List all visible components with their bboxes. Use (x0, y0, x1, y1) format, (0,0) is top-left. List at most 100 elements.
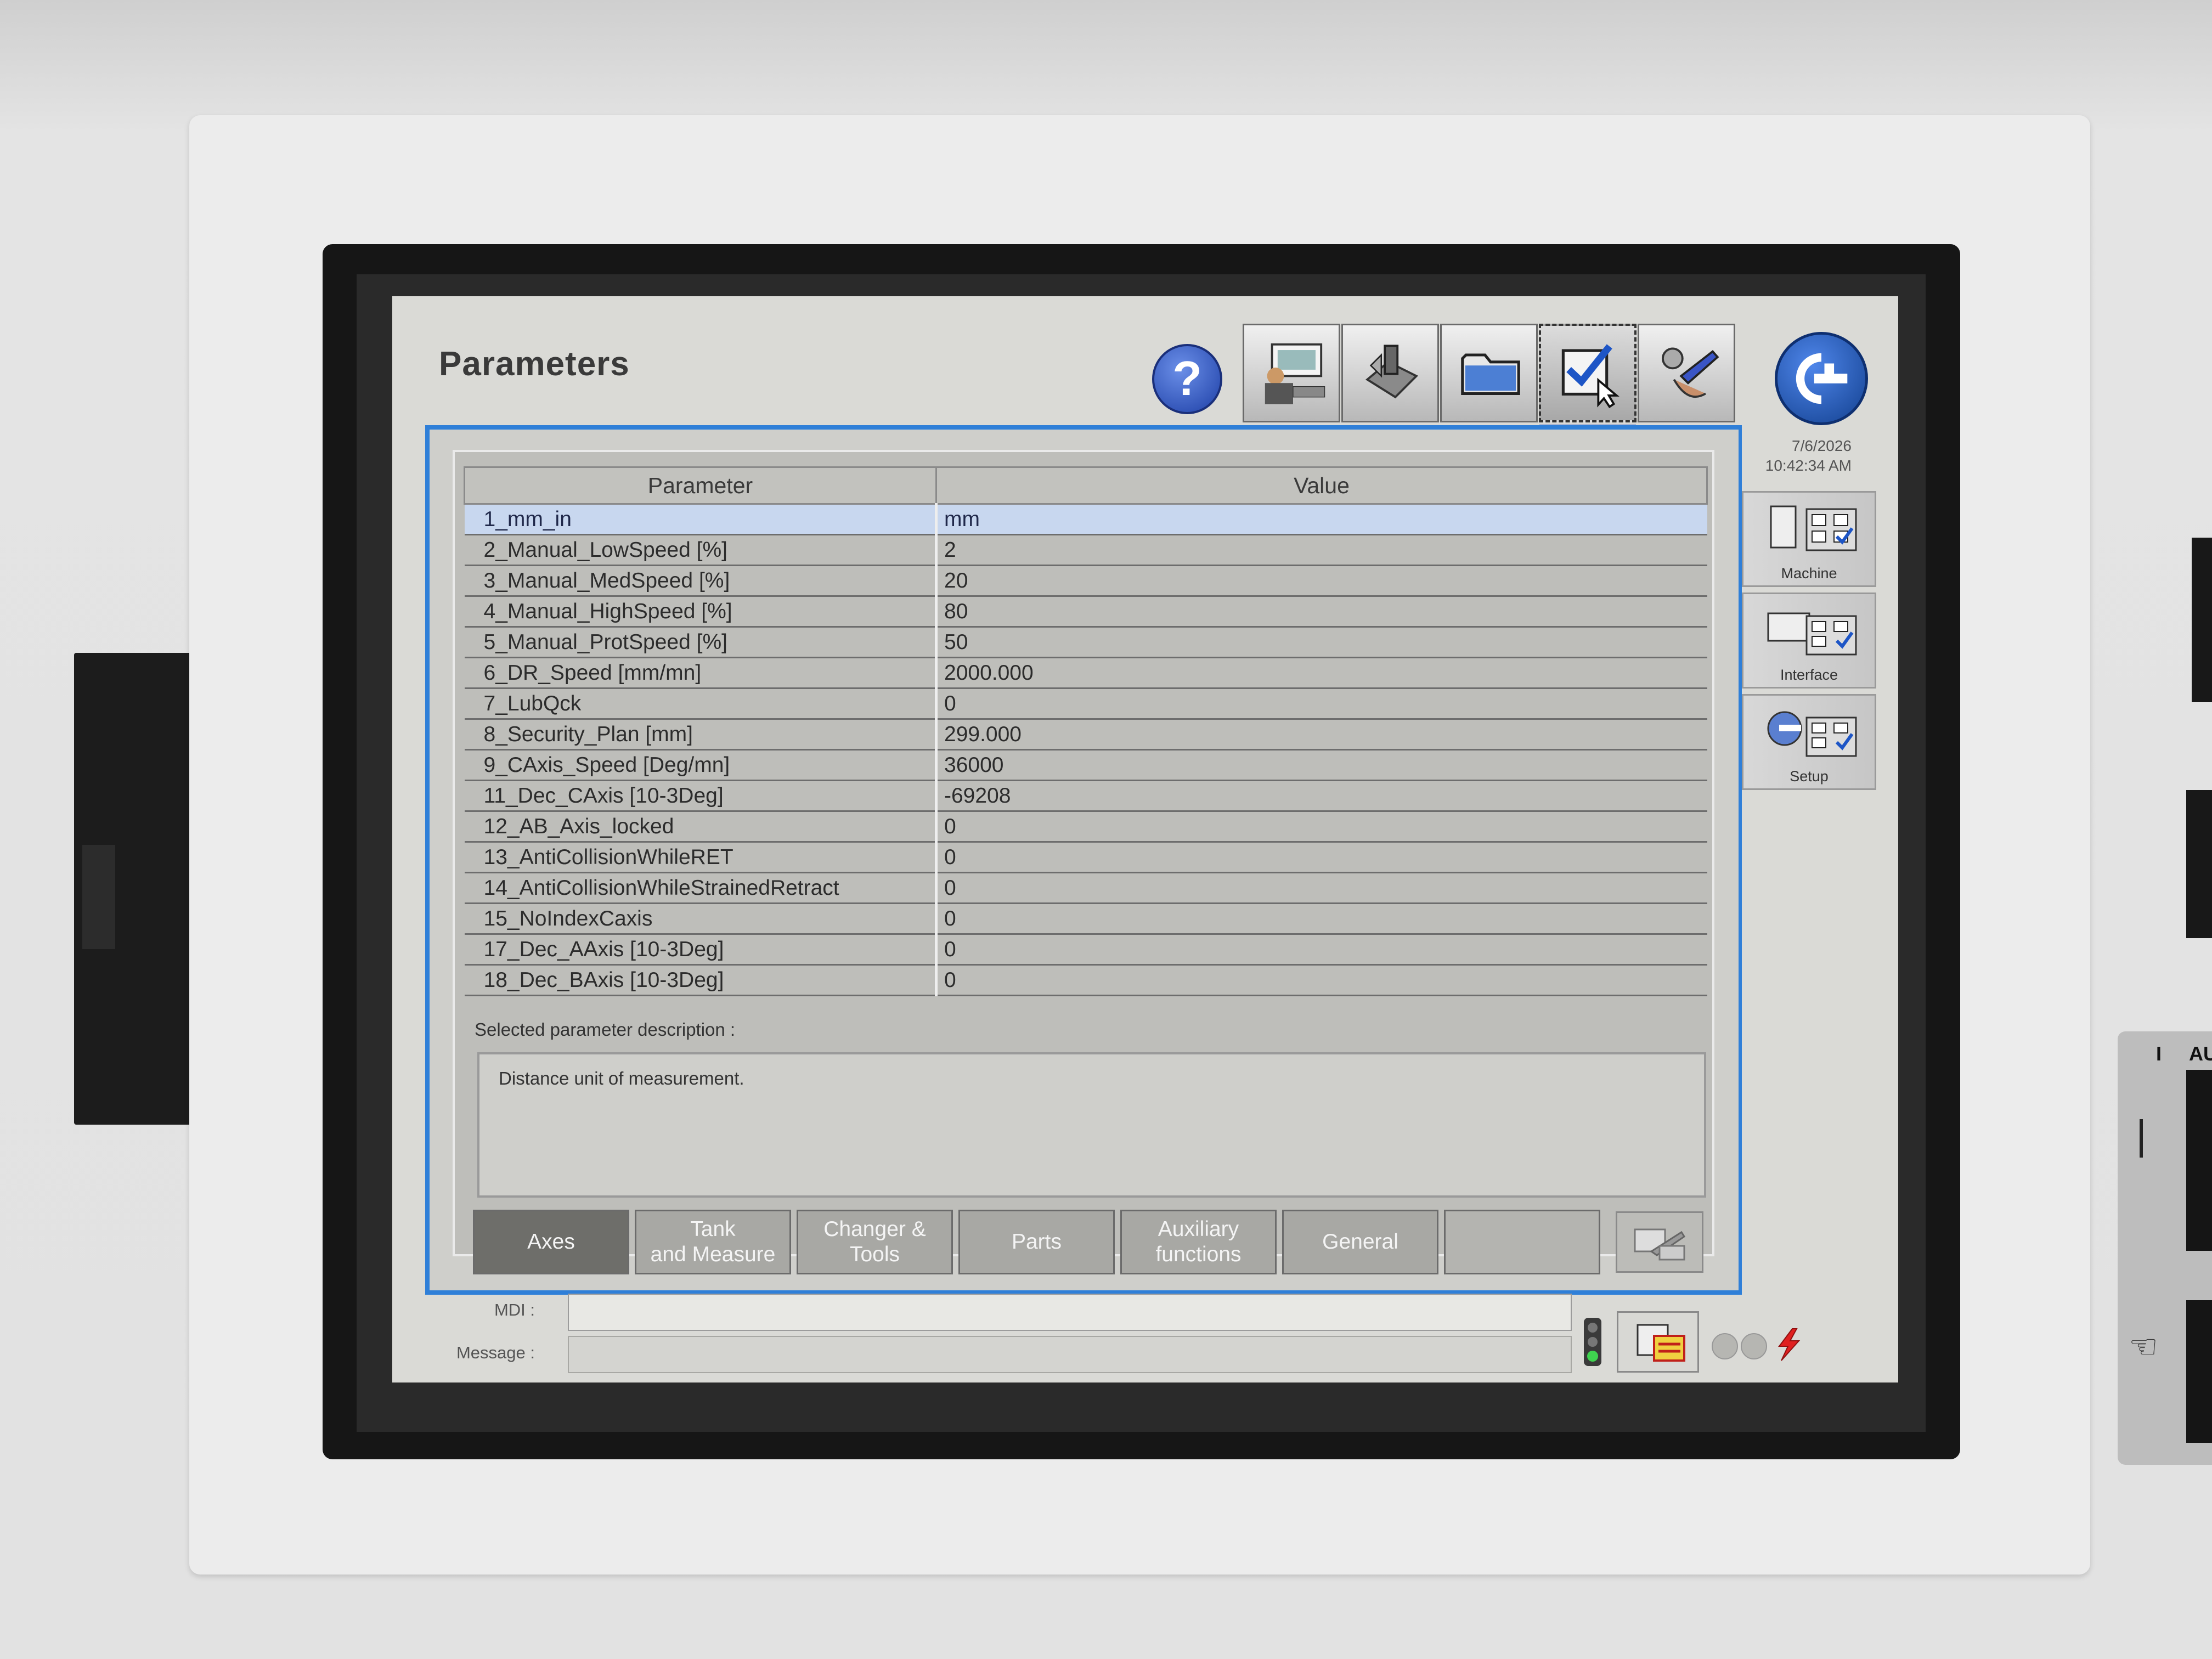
maintenance-wrench-icon (1662, 347, 1719, 398)
parameter-name: 6_DR_Speed [mm/mn] (464, 657, 936, 689)
side-menu-label: Machine (1781, 565, 1837, 582)
parameter-value[interactable]: 0 (935, 903, 1707, 935)
hmi-screen: Parameters ? 7/6/2026 10:42:34 AM Machin… (392, 296, 1898, 1383)
parameter-value[interactable]: 20 (935, 565, 1707, 597)
checklist-cursor-icon (1561, 344, 1620, 408)
maintenance-button[interactable] (1638, 324, 1735, 435)
message-label: Message : (456, 1343, 535, 1362)
table-row[interactable]: 12_AB_Axis_locked 0 (464, 811, 1707, 843)
parameter-name: 5_Manual_ProtSpeed [%] (464, 627, 936, 658)
date-text: 7/6/2026 (1792, 437, 1852, 454)
side-menu-machine[interactable]: Machine (1742, 491, 1876, 587)
parameter-value[interactable]: mm (935, 504, 1707, 535)
tab-general[interactable]: General (1282, 1210, 1438, 1274)
table-row[interactable]: 5_Manual_ProtSpeed [%] 50 (464, 627, 1707, 658)
parameter-value[interactable]: 50 (935, 627, 1707, 658)
parameter-name: 9_CAxis_Speed [Deg/mn] (464, 749, 936, 781)
tab-parts[interactable]: Parts (958, 1210, 1115, 1274)
lightning-bolt-icon (1778, 1328, 1801, 1361)
parameter-value[interactable]: 299.000 (935, 719, 1707, 751)
folder-icon (1461, 353, 1520, 395)
slot-latch (82, 845, 115, 949)
parameter-name: 3_Manual_MedSpeed [%] (464, 565, 936, 597)
table-row[interactable]: 11_Dec_CAxis [10-3Deg] -69208 (464, 780, 1707, 812)
description-text: Distance unit of measurement. (499, 1068, 744, 1088)
description-label: Selected parameter description : (475, 1019, 736, 1040)
traffic-light-icon (1584, 1318, 1601, 1366)
table-row[interactable]: 18_Dec_BAxis [10-3Deg] 0 (464, 964, 1707, 996)
table-row[interactable]: 8_Security_Plan [mm] 299.000 (464, 719, 1707, 751)
machine-tool-button[interactable] (1341, 324, 1439, 435)
side-control (2192, 538, 2212, 702)
parameter-name: 1_mm_in (464, 504, 936, 535)
parameter-name: 4_Manual_HighSpeed [%] (464, 596, 936, 628)
alarm-log-icon (1637, 1324, 1685, 1362)
table-row[interactable]: 3_Manual_MedSpeed [%] 20 (464, 565, 1707, 597)
tab-empty[interactable] (1444, 1210, 1600, 1274)
table-row[interactable]: 17_Dec_AAxis [10-3Deg] 0 (464, 934, 1707, 966)
setup-settings-icon (1767, 711, 1857, 757)
time-text: 10:42:34 AM (1765, 457, 1852, 474)
parameter-name: 2_Manual_LowSpeed [%] (464, 534, 936, 566)
parameter-value[interactable]: 0 (935, 842, 1707, 873)
help-icon[interactable]: ? (1152, 344, 1222, 414)
alarm-log-button[interactable] (1617, 1311, 1699, 1373)
edit-parameters-button[interactable] (1616, 1211, 1703, 1273)
table-row[interactable]: 6_DR_Speed [mm/mn] 2000.000 (464, 657, 1707, 689)
indicator-led-icon (1741, 1333, 1767, 1359)
table-row[interactable]: 14_AntiCollisionWhileStrainedRetract 0 (464, 872, 1707, 904)
column-header-value[interactable]: Value (935, 466, 1708, 505)
table-row[interactable]: 9_CAxis_Speed [Deg/mn] 36000 (464, 749, 1707, 781)
tab-changer-and-tools[interactable]: Changer & Tools (797, 1210, 953, 1274)
parameter-name: 12_AB_Axis_locked (464, 811, 936, 843)
parameter-value[interactable]: 80 (935, 596, 1707, 628)
datetime-display: 7/6/2026 10:42:34 AM (1747, 436, 1852, 476)
table-row[interactable]: 7_LubQck 0 (464, 688, 1707, 720)
side-menu-label: Setup (1790, 768, 1829, 785)
tab-auxiliary-functions[interactable]: Auxiliary functions (1120, 1210, 1277, 1274)
parameter-value[interactable]: 0 (935, 934, 1707, 966)
parameter-name: 18_Dec_BAxis [10-3Deg] (464, 964, 936, 996)
column-header-parameter[interactable]: Parameter (464, 466, 937, 505)
parameters-button[interactable] (1539, 324, 1637, 435)
tab-tank-and-measure[interactable]: Tank and Measure (635, 1210, 791, 1274)
home-arrow-icon[interactable] (1775, 332, 1868, 425)
table-row[interactable]: 15_NoIndexCaxis 0 (464, 903, 1707, 935)
side-menu-interface[interactable]: Interface (1742, 592, 1876, 689)
edit-parameters-icon (1634, 1228, 1686, 1261)
operator-station-icon (1265, 343, 1325, 404)
parameter-name: 15_NoIndexCaxis (464, 903, 936, 935)
indicator-led-icon (1712, 1333, 1738, 1359)
parameter-value[interactable]: 2000.000 (935, 657, 1707, 689)
parameter-table: Parameter Value 1_mm_in mm 2_Manual_LowSp… (464, 466, 1708, 996)
table-row[interactable]: 4_Manual_HighSpeed [%] 80 (464, 596, 1707, 628)
page-title: Parameters (439, 345, 630, 383)
table-header-row: Parameter Value (464, 466, 1708, 505)
tab-axes[interactable]: Axes (473, 1210, 629, 1274)
table-row[interactable]: 2_Manual_LowSpeed [%] 2 (464, 534, 1707, 566)
operator-station-button[interactable] (1243, 324, 1340, 435)
machine-tool-icon (1365, 345, 1419, 399)
parameter-value[interactable]: 36000 (935, 749, 1707, 781)
parameter-name: 17_Dec_AAxis [10-3Deg] (464, 934, 936, 966)
parameter-value[interactable]: 2 (935, 534, 1707, 566)
parameter-value[interactable]: 0 (935, 811, 1707, 843)
parameter-name: 8_Security_Plan [mm] (464, 719, 936, 751)
parameter-name: 7_LubQck (464, 688, 936, 720)
message-field (568, 1336, 1572, 1373)
side-menu-setup[interactable]: Setup (1742, 694, 1876, 790)
folder-button[interactable] (1440, 324, 1538, 435)
mdi-input[interactable] (568, 1294, 1572, 1331)
hand-switch[interactable] (2186, 1300, 2212, 1443)
parameter-value[interactable]: 0 (935, 872, 1707, 904)
parameter-name: 13_AntiCollisionWhileRET (464, 842, 936, 873)
table-row[interactable]: 1_mm_in mm (464, 504, 1707, 535)
description-box: Distance unit of measurement. (477, 1052, 1706, 1198)
power-switch[interactable] (2186, 1070, 2212, 1251)
parameter-value[interactable]: 0 (935, 688, 1707, 720)
mdi-label: MDI : (494, 1300, 535, 1319)
table-row[interactable]: 13_AntiCollisionWhileRET 0 (464, 842, 1707, 873)
parameter-value[interactable]: 0 (935, 964, 1707, 996)
machine-settings-icon (1770, 505, 1857, 551)
parameter-value[interactable]: -69208 (935, 780, 1707, 812)
